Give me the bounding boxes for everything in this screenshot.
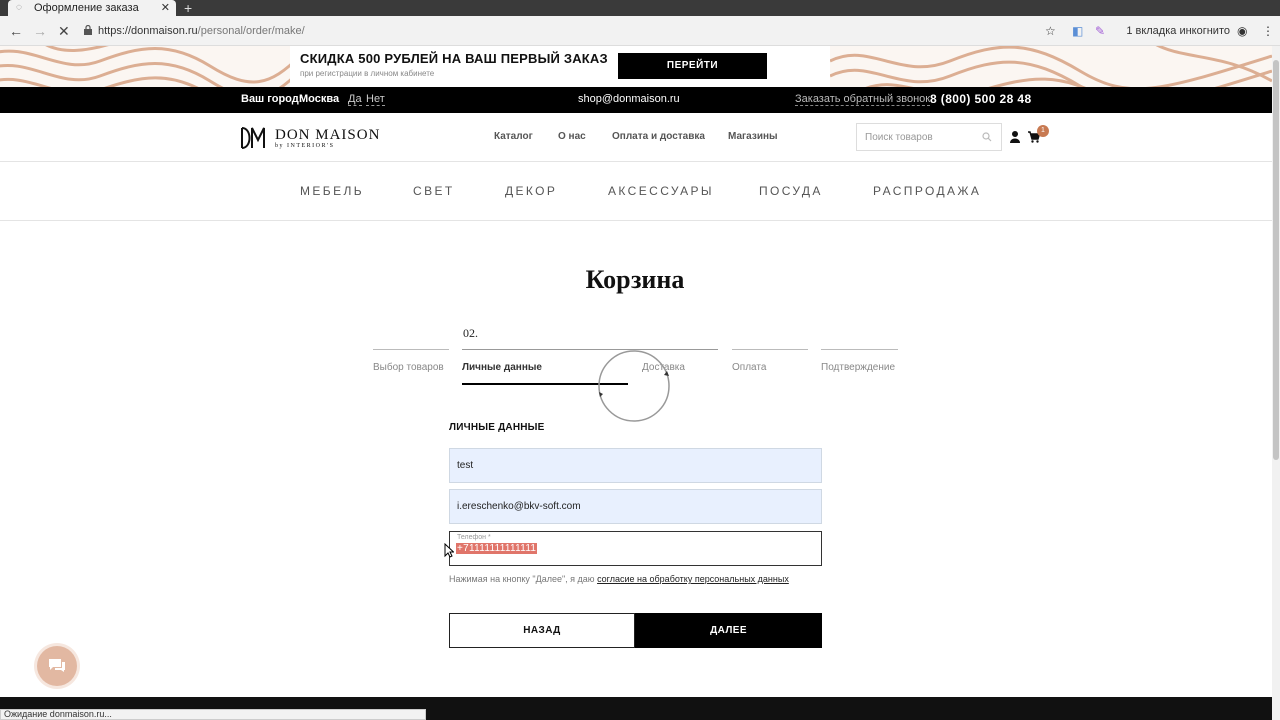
address-bar: ← → ✕ https://donmaison.ru/personal/orde… (0, 16, 1280, 46)
step-personal-data[interactable]: Личные данные (462, 362, 542, 373)
promo-subtitle: при регистрации в личном кабинете (300, 69, 435, 78)
site-header: DON MAISON by INTERIOR'S Каталог О нас О… (0, 113, 1272, 162)
email-input[interactable]: i.ereschenko@bkv-soft.com (449, 489, 822, 524)
chat-icon (49, 659, 65, 672)
url-path: /personal/order/make/ (197, 25, 305, 37)
step-line-2 (462, 349, 718, 350)
nav-stores[interactable]: Магазины (728, 131, 778, 142)
cart-count-badge: 1 (1037, 125, 1049, 137)
promo-go-button[interactable]: ПЕРЕЙТИ (618, 53, 767, 79)
pen-extension-icon[interactable]: ✎ (1095, 24, 1105, 38)
step-number: 02. (463, 326, 478, 340)
promo-banner: СКИДКА 500 РУБЛЕЙ НА ВАШ ПЕРВЫЙ ЗАКАЗ пр… (0, 46, 1272, 87)
step-line-1 (373, 349, 449, 350)
personal-data-heading: ЛИЧНЫЕ ДАННЫЕ (449, 422, 545, 433)
city-value: Москва (299, 93, 340, 105)
mouse-cursor-icon (444, 543, 454, 558)
phone-value: +71111111111111 (456, 543, 538, 554)
browser-tabbar: ◌ Оформление заказа ✕ + (0, 0, 1280, 16)
category-light[interactable]: СВЕТ (413, 184, 455, 198)
category-accessories[interactable]: АКСЕССУАРЫ (608, 184, 714, 198)
nav-payment-delivery[interactable]: Оплата и доставка (612, 131, 705, 142)
search-icon[interactable] (982, 132, 992, 142)
city-yes-link[interactable]: Да (348, 93, 362, 106)
extension-icon[interactable]: ◧ (1072, 24, 1083, 38)
browser-tab[interactable]: ◌ Оформление заказа ✕ (8, 0, 176, 16)
category-bar: МЕБЕЛЬ СВЕТ ДЕКОР АКСЕССУАРЫ ПОСУДА РАСП… (0, 162, 1272, 221)
top-info-bar: Ваш город: Москва Да Нет shop@donmaison.… (0, 87, 1272, 113)
chat-button[interactable] (37, 646, 77, 686)
category-tableware[interactable]: ПОСУДА (759, 184, 823, 198)
star-icon[interactable]: ☆ (1045, 24, 1056, 38)
consent-link[interactable]: согласие на обработку персональных данны… (597, 574, 789, 584)
step-confirmation[interactable]: Подтверждение (821, 362, 895, 373)
scrollbar-thumb[interactable] (1273, 60, 1279, 460)
new-tab-icon[interactable]: + (184, 0, 192, 16)
incognito-label: 1 вкладка инкогнито (1126, 25, 1230, 37)
close-icon[interactable]: ✕ (161, 0, 170, 16)
back-arrow-icon[interactable]: ← (9, 22, 23, 40)
incognito-icon: ◉ (1237, 24, 1248, 38)
phone-label: Телефон * (457, 534, 491, 541)
loading-spinner-icon (598, 350, 670, 422)
loading-icon: ◌ (16, 2, 22, 13)
back-button[interactable]: НАЗАД (449, 613, 635, 648)
tab-title: Оформление заказа (34, 2, 139, 14)
step-line-5 (821, 349, 898, 350)
callback-link[interactable]: Заказать обратный звонок (795, 93, 931, 106)
city-label: Ваш город: (241, 93, 303, 105)
nav-about[interactable]: О нас (558, 131, 586, 142)
menu-icon[interactable]: ⋮ (1262, 24, 1274, 38)
browser-status-bar: Ожидание donmaison.ru... (0, 709, 426, 720)
lock-icon (84, 25, 92, 35)
next-button[interactable]: ДАЛЕЕ (635, 613, 822, 648)
name-input[interactable]: test (449, 448, 822, 483)
consent-text: Нажимая на кнопку "Далее", я даю согласи… (449, 574, 789, 584)
url-host: https://donmaison.ru (98, 25, 198, 37)
search-input[interactable]: Поиск товаров (856, 123, 1002, 151)
category-decor[interactable]: ДЕКОР (505, 184, 557, 198)
shop-email-link[interactable]: shop@donmaison.ru (578, 93, 680, 105)
user-icon[interactable] (1010, 131, 1020, 143)
stop-icon[interactable]: ✕ (58, 22, 70, 40)
consent-prefix: Нажимая на кнопку "Далее", я даю (449, 574, 598, 584)
step-select-goods[interactable]: Выбор товаров (373, 362, 444, 373)
logo-text[interactable]: DON MAISON (275, 127, 380, 144)
promo-title: СКИДКА 500 РУБЛЕЙ НА ВАШ ПЕРВЫЙ ЗАКАЗ (300, 51, 608, 66)
forward-arrow-icon[interactable]: → (33, 22, 47, 40)
shop-phone[interactable]: 8 (800) 500 28 48 (930, 92, 1032, 106)
city-no-link[interactable]: Нет (366, 93, 385, 106)
url-field[interactable]: https://donmaison.ru/personal/order/make… (98, 25, 305, 37)
category-furniture[interactable]: МЕБЕЛЬ (300, 184, 364, 198)
category-sale[interactable]: РАСПРОДАЖА (873, 184, 981, 198)
nav-catalog[interactable]: Каталог (494, 131, 533, 142)
logo-mark-icon[interactable] (240, 126, 266, 150)
phone-input[interactable]: Телефон * +71111111111111 (449, 531, 822, 566)
page-title: Корзина (585, 265, 685, 294)
logo-subtext: by INTERIOR'S (275, 143, 335, 149)
step-payment[interactable]: Оплата (732, 362, 766, 373)
step-line-4 (732, 349, 808, 350)
